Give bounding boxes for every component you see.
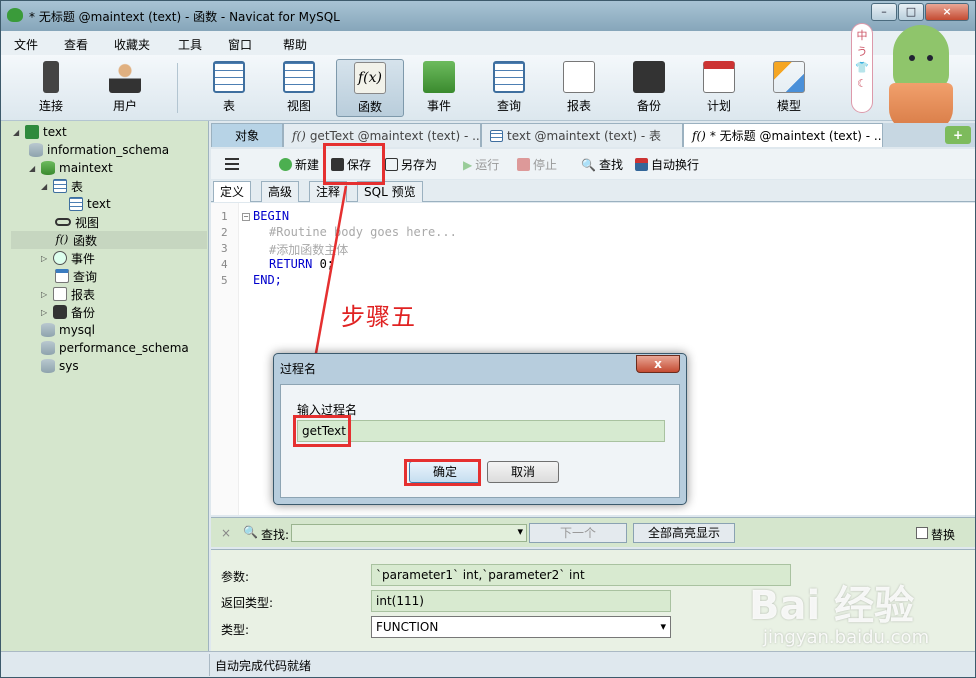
step-annotation: 步骤五 (341, 303, 416, 331)
arrow-line (309, 185, 348, 382)
app-window: * 无标题 @maintext (text) - 函数 - Navicat fo… (0, 0, 976, 678)
dialog-title: 过程名 (280, 362, 317, 376)
cancel-button[interactable]: 取消 (487, 461, 559, 483)
ok-highlight-box (404, 459, 481, 486)
baidu-watermark: Bai 经验 jingyan.baidu.com (749, 573, 975, 653)
procedure-name-input[interactable]: getText (297, 420, 665, 442)
watermark-brand: Bai 经验 (749, 583, 915, 629)
dialog-close-button[interactable]: x (636, 355, 680, 373)
input-highlight-box (293, 415, 351, 447)
watermark-url: jingyan.baidu.com (763, 627, 930, 648)
